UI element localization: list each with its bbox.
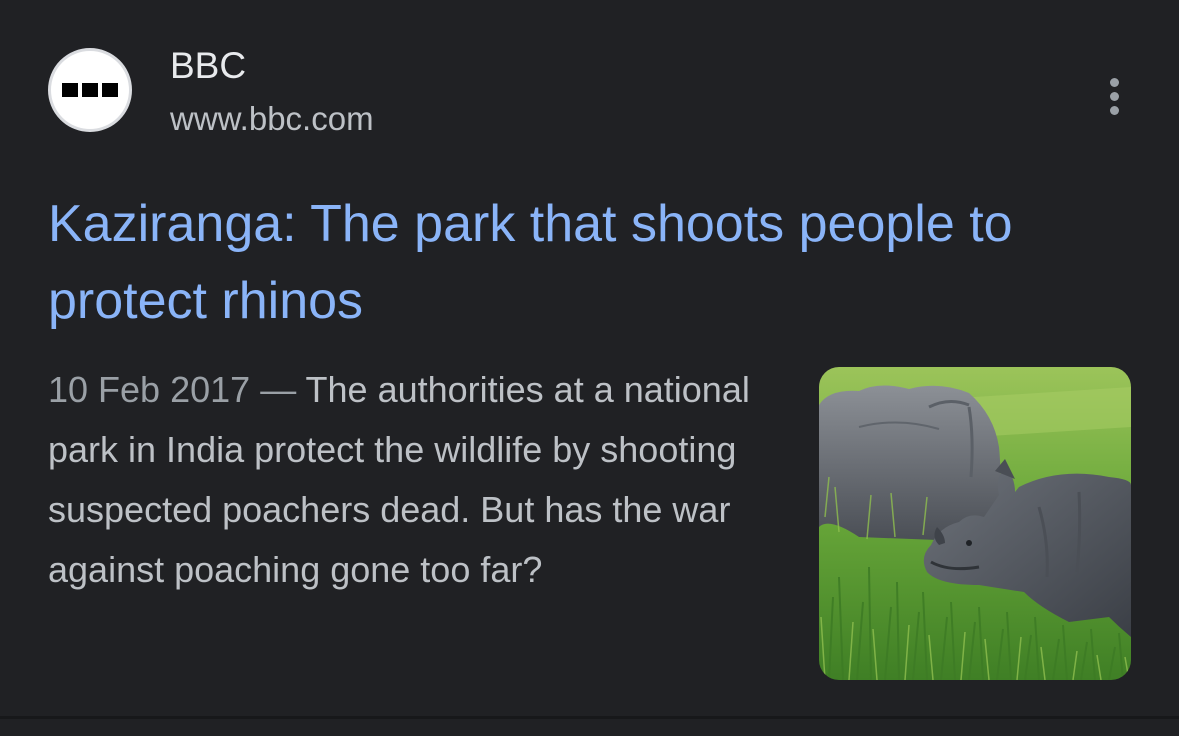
source-url[interactable]: www.bbc.com [170,98,374,140]
more-vert-icon [1109,77,1119,87]
more-options-button[interactable] [1092,74,1136,118]
rhinos-thumbnail[interactable] [819,367,1131,680]
result-snippet: 10 Feb 2017 — The authorities at a natio… [48,360,778,600]
next-result-edge [0,719,1179,736]
search-result-card[interactable]: BBC www.bbc.com Kaziranga: The park that… [0,0,1179,716]
result-date: 10 Feb 2017 [48,369,251,410]
more-vert-icon [1109,105,1119,115]
bbc-logo-icon[interactable] [48,48,132,132]
result-title-link[interactable]: Kaziranga: The park that shoots people t… [48,186,1138,340]
date-separator: — [260,369,297,410]
more-vert-icon [1109,91,1119,101]
source-name[interactable]: BBC [170,44,246,88]
